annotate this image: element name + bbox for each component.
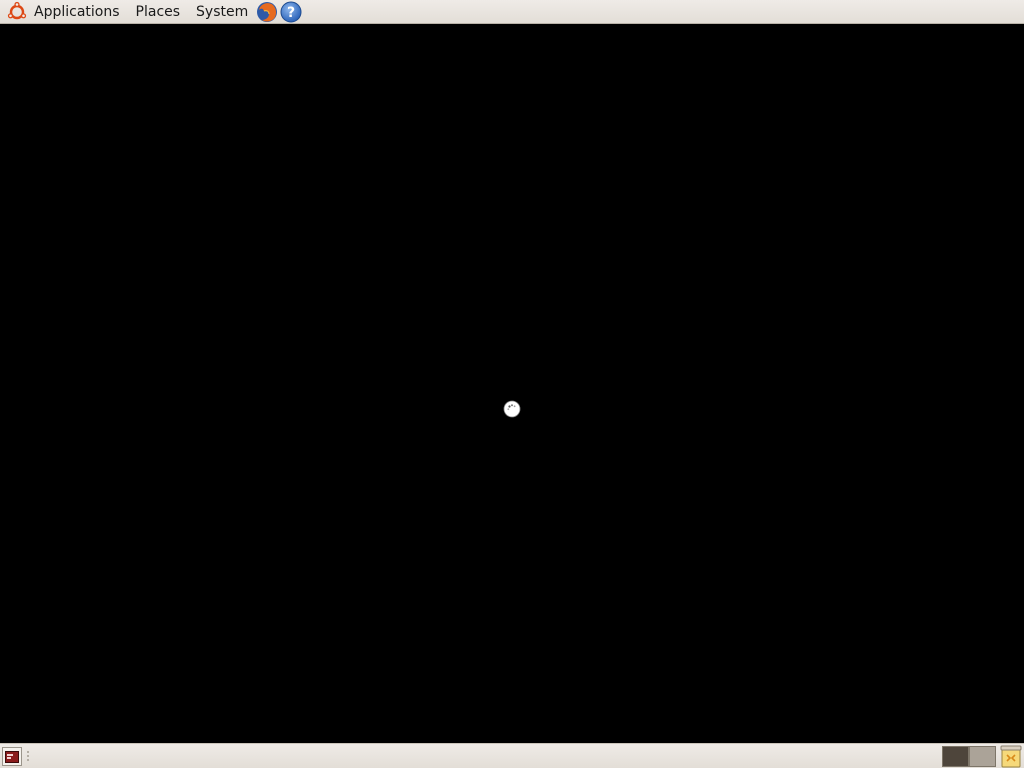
- desktop[interactable]: [0, 25, 1024, 743]
- system-menu-label: System: [196, 3, 249, 20]
- panel-grip-icon[interactable]: [27, 751, 30, 762]
- firefox-icon: [257, 1, 278, 22]
- help-icon: ?: [280, 1, 302, 22]
- applications-menu[interactable]: Applications: [0, 0, 128, 24]
- svg-text:?: ?: [287, 5, 295, 21]
- places-menu[interactable]: Places: [128, 0, 189, 24]
- ubuntu-logo-icon: [7, 1, 27, 19]
- firefox-launcher[interactable]: [256, 1, 278, 23]
- bottom-panel: [0, 743, 1024, 768]
- show-desktop-button[interactable]: [2, 747, 22, 766]
- show-desktop-icon: [5, 750, 19, 763]
- workspace-2[interactable]: [969, 746, 996, 767]
- places-menu-label: Places: [135, 3, 181, 20]
- system-menu[interactable]: System: [188, 0, 256, 24]
- trash-icon[interactable]: [999, 745, 1023, 768]
- workspace-1[interactable]: [942, 746, 969, 767]
- applications-menu-label: Applications: [34, 3, 120, 20]
- busy-cursor-icon: [503, 400, 521, 418]
- help-launcher[interactable]: ?: [280, 1, 302, 23]
- top-panel: Applications Places System ?: [0, 0, 1024, 24]
